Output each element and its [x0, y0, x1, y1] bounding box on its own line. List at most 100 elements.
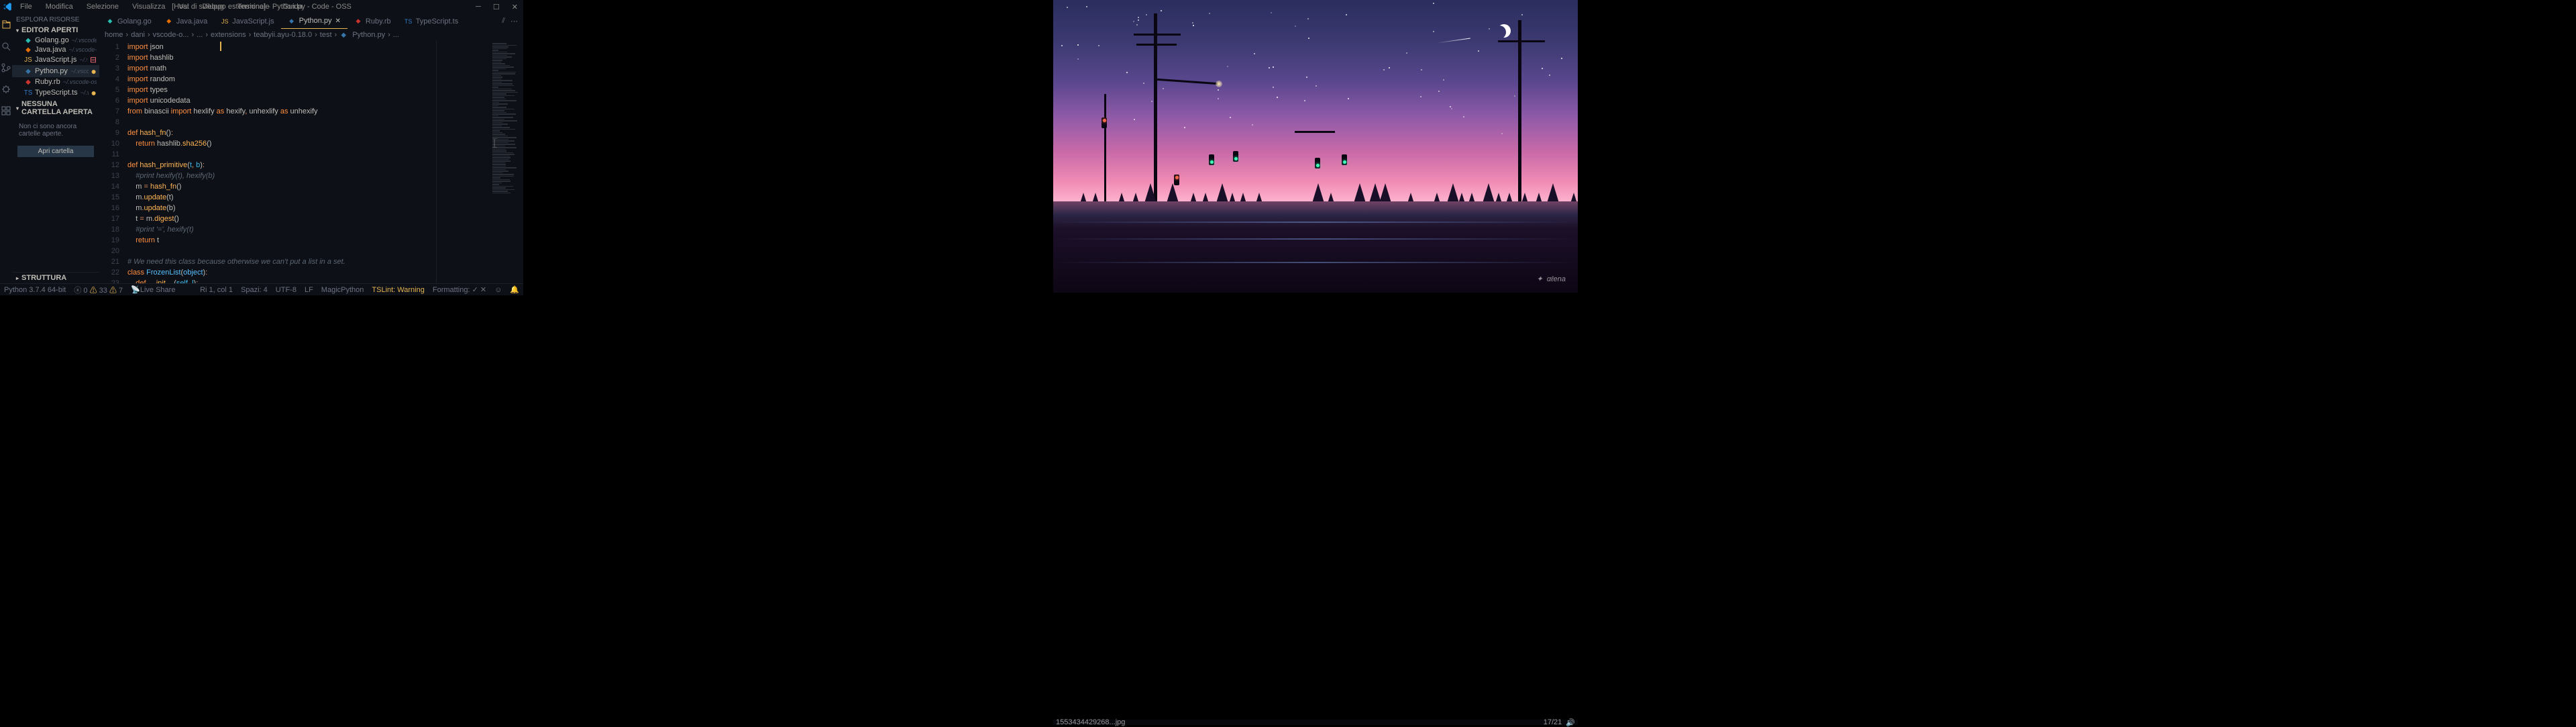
file-icon: ◆: [288, 17, 296, 25]
tab-ruby-rb[interactable]: ◆Ruby.rb: [347, 13, 398, 29]
traffic-light-green: [1209, 154, 1214, 165]
deleted-icon: ⊟: [90, 55, 97, 64]
file-icon: TS: [24, 89, 32, 97]
breadcrumb-segment[interactable]: test: [320, 31, 332, 39]
menu-selection[interactable]: Selezione: [84, 1, 121, 12]
tab-python-py[interactable]: ◆Python.py✕: [281, 13, 347, 29]
search-icon[interactable]: [0, 40, 12, 52]
breadcrumb-segment[interactable]: home: [105, 31, 123, 39]
broadcast-icon: 📡: [131, 286, 140, 294]
warning-icon: ⚠: [90, 287, 97, 295]
open-editor-item[interactable]: ◆Ruby.rb~/.vscode-oss/extensions/teab...: [12, 77, 99, 87]
chevron-right-icon: ›: [148, 31, 150, 39]
taskbar-filename: 1553434429268...jpg: [1056, 718, 1125, 726]
status-tslint[interactable]: TSLint: Warning: [372, 286, 424, 294]
bell-icon[interactable]: 🔔: [510, 285, 519, 294]
minimize-button[interactable]: ─: [473, 3, 484, 11]
code-lines[interactable]: import jsonimport hashlibimport mathimpo…: [127, 40, 490, 283]
open-editor-item[interactable]: TSTypeScript.ts~/.vscode-oss/exten...●: [12, 87, 99, 99]
breadcrumb-segment[interactable]: teabyii.ayu-0.18.0: [254, 31, 312, 39]
breadcrumbs[interactable]: home›dani›vscode-o...›...›extensions›tea…: [99, 30, 523, 40]
status-language[interactable]: MagicPython: [321, 286, 364, 294]
open-folder-button[interactable]: Apri cartella: [17, 146, 94, 157]
split-editor-icon[interactable]: ⫽: [502, 17, 505, 26]
breadcrumb-segment[interactable]: ...: [197, 31, 203, 39]
chevron-right-icon: ›: [388, 31, 390, 39]
menu-view[interactable]: Visualizza: [129, 1, 168, 12]
debug-icon[interactable]: [0, 83, 12, 95]
open-editor-item[interactable]: ◆Golang.go~/.vscode-oss/extensions/tea..…: [12, 36, 99, 45]
window-title: [Host di sviluppo estensione] - Python.p…: [172, 3, 352, 11]
breadcrumb-segment[interactable]: dani: [131, 31, 145, 39]
open-editors-section[interactable]: ▾EDITOR APERTI: [12, 25, 99, 36]
status-encoding[interactable]: UTF-8: [276, 286, 297, 294]
breadcrumb-segment[interactable]: vscode-o...: [153, 31, 189, 39]
open-editor-item[interactable]: JSJavaScript.js~/.vscode-oss/extens...⊟: [12, 54, 99, 65]
breadcrumb-segment[interactable]: extensions: [211, 31, 246, 39]
no-folder-section[interactable]: ▾NESSUNA CARTELLA APERTA: [12, 99, 99, 117]
breadcrumb-segment[interactable]: ...: [393, 31, 399, 39]
taskbar[interactable]: 1553434429268...jpg 17/21 🔊: [1053, 720, 1578, 725]
stars-layer: [1053, 0, 1578, 134]
status-liveshare[interactable]: 📡Live Share: [131, 285, 175, 294]
code-editor[interactable]: 1234567891011121314151617181920212223242…: [99, 40, 523, 283]
tab-golang-go[interactable]: ◆Golang.go: [99, 13, 158, 29]
wallpaper-signature: ✦ αℓena: [1536, 275, 1566, 283]
traffic-light-red: [1102, 117, 1107, 128]
breadcrumb-segment[interactable]: Python.py: [352, 31, 385, 39]
open-editor-item[interactable]: ◆Java.java~/.vscode-oss/extensions/tea..…: [12, 45, 99, 54]
file-icon: ◆: [106, 17, 114, 26]
file-icon: TS: [405, 17, 413, 26]
explorer-sidebar: ESPLORA RISORSE ▾EDITOR APERTI ◆Golang.g…: [12, 13, 99, 283]
streetlight-lamp: [1216, 81, 1222, 87]
explorer-title: ESPLORA RISORSE: [12, 13, 99, 25]
file-icon: ◆: [165, 17, 173, 26]
explorer-icon[interactable]: [0, 19, 12, 31]
status-indent[interactable]: Spazi: 4: [241, 286, 268, 294]
streetlight-arm: [1295, 131, 1335, 133]
status-eol[interactable]: LF: [305, 286, 313, 294]
taskbar-zoom: 17/21: [1544, 718, 1562, 727]
modified-dot-icon: ●: [91, 66, 97, 77]
taskbar-volume-icon[interactable]: 🔊: [1566, 718, 1575, 727]
feedback-icon[interactable]: ☺: [494, 286, 502, 294]
file-icon: ◆: [24, 36, 32, 44]
more-actions-icon[interactable]: ⋯: [511, 17, 518, 26]
status-python-version[interactable]: Python 3.7.4 64-bit: [4, 286, 66, 294]
modified-dot-icon: ●: [91, 87, 97, 98]
file-path: ~/.vscode-oss/extensions...: [70, 68, 89, 75]
tab-typescript-ts[interactable]: TSTypeScript.ts: [398, 13, 466, 29]
menu-file[interactable]: File: [17, 1, 35, 12]
file-name: Golang.go: [35, 36, 69, 44]
file-icon: JS: [221, 17, 229, 26]
tab-label: Python.py: [299, 17, 332, 25]
status-formatting[interactable]: Formatting: ✓ ✕: [433, 285, 486, 294]
tab-label: Ruby.rb: [366, 17, 391, 26]
status-cursor-pos[interactable]: Ri 1, col 1: [200, 286, 233, 294]
status-bar: Python 3.7.4 64-bit ⓧ 0 ⚠ 33 ⚠ 7 📡Live S…: [0, 283, 523, 295]
chevron-right-icon: ›: [205, 31, 208, 39]
pole-arm: [1498, 40, 1545, 42]
menu-edit[interactable]: Modifica: [43, 1, 76, 12]
minimap[interactable]: [490, 40, 523, 283]
status-problems[interactable]: ⓧ 0 ⚠ 33 ⚠ 7: [74, 285, 123, 295]
pole-arm: [1134, 34, 1181, 36]
extensions-icon[interactable]: [0, 105, 12, 117]
tab-java-java[interactable]: ◆Java.java: [158, 13, 214, 29]
close-tab-icon[interactable]: ✕: [335, 17, 341, 25]
chevron-right-icon: ▸: [16, 275, 19, 281]
tab-label: Golang.go: [117, 17, 152, 26]
maximize-button[interactable]: ☐: [490, 3, 502, 11]
tab-javascript-js[interactable]: JSJavaScript.js: [214, 13, 280, 29]
file-name: Java.java: [35, 46, 66, 54]
chevron-right-icon: ›: [335, 31, 337, 39]
file-icon: ◆: [24, 46, 32, 54]
file-icon: ◆: [24, 67, 32, 75]
outline-section[interactable]: ▸STRUTTURA: [12, 272, 99, 283]
desktop-wallpaper-monitor: ✦ αℓena 1553434429268...jpg 17/21 🔊: [523, 0, 2576, 725]
open-editor-item[interactable]: ◆Python.py~/.vscode-oss/extensions...●: [12, 65, 99, 77]
close-button[interactable]: ✕: [509, 3, 521, 11]
file-path: ~/.vscode-oss/exten...: [80, 89, 89, 96]
scm-icon[interactable]: [0, 62, 12, 74]
line-gutter: 1234567891011121314151617181920212223242…: [99, 40, 127, 283]
